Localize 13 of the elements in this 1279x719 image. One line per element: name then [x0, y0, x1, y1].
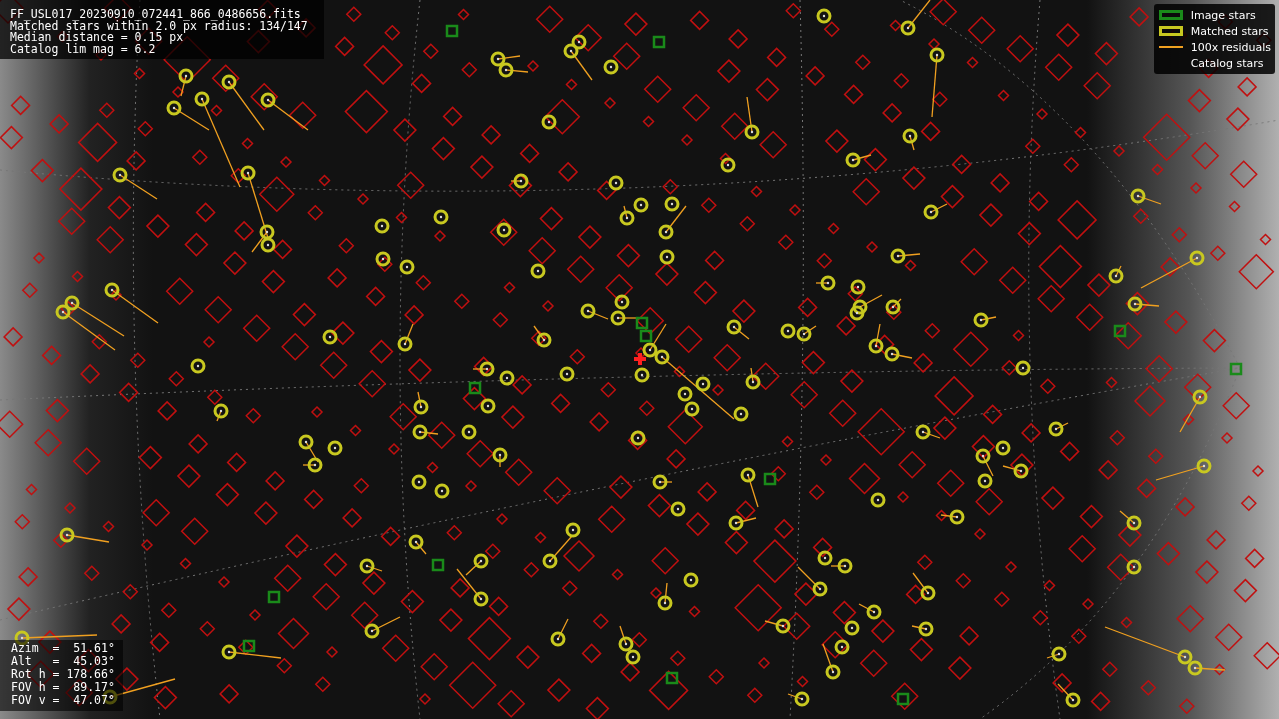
- info-text: Catalog lim mag = 6.2: [10, 43, 157, 55]
- info-text: Median distance = 0.15 px: [10, 32, 184, 44]
- legend-label: Catalog stars: [1190, 56, 1264, 70]
- pointing-text: FOV h = 89.17°: [11, 681, 115, 694]
- legend-label: 100x residuals: [1190, 40, 1271, 54]
- pointing-text: FOV v = 47.07°: [11, 694, 115, 707]
- info-text: FF_USL017_20230910_072441_866_0486656.fits: [10, 9, 302, 21]
- pointing-text: Azim = 51.61°: [11, 642, 115, 655]
- legend-label: Image stars: [1190, 8, 1256, 22]
- legend-label: Matched stars: [1190, 24, 1269, 38]
- pointing-text: Alt = 45.03°: [11, 655, 115, 668]
- pointing-text: Rot h = 178.66°: [11, 668, 115, 681]
- info-text: Matched stars within 2.0 px radius: 134/147: [10, 20, 309, 32]
